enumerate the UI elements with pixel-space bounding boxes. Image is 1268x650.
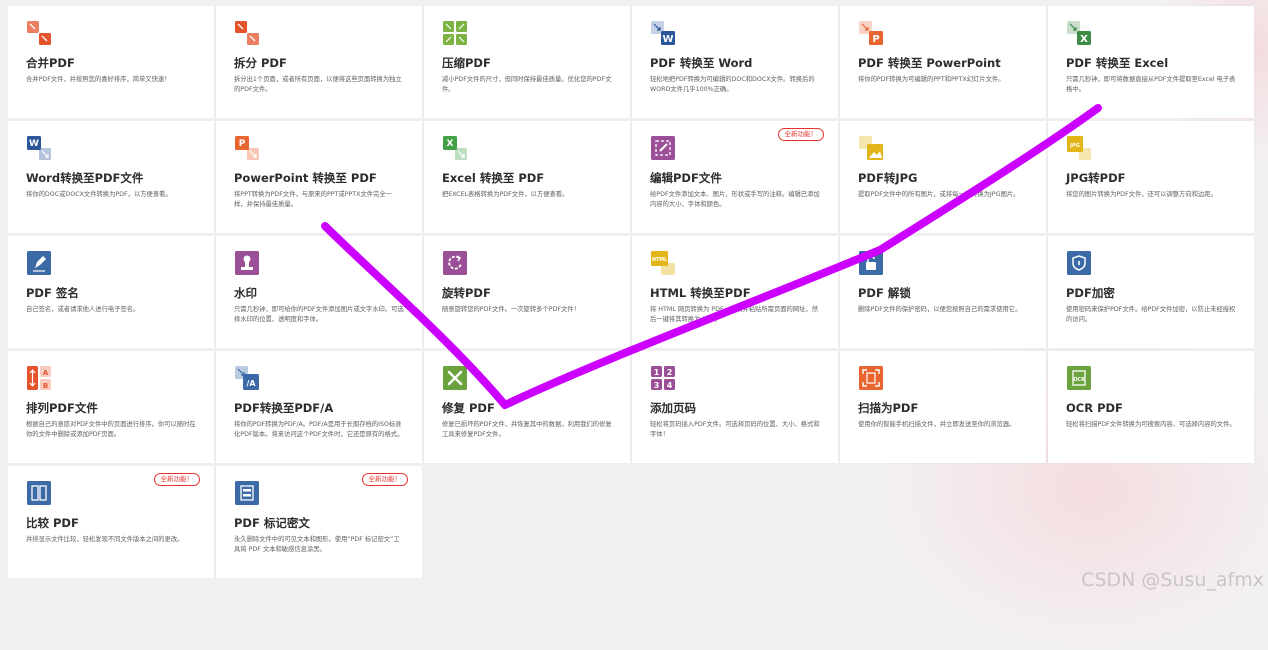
annotation-stroke [321, 104, 1102, 409]
annotation-strokes [321, 104, 1102, 409]
